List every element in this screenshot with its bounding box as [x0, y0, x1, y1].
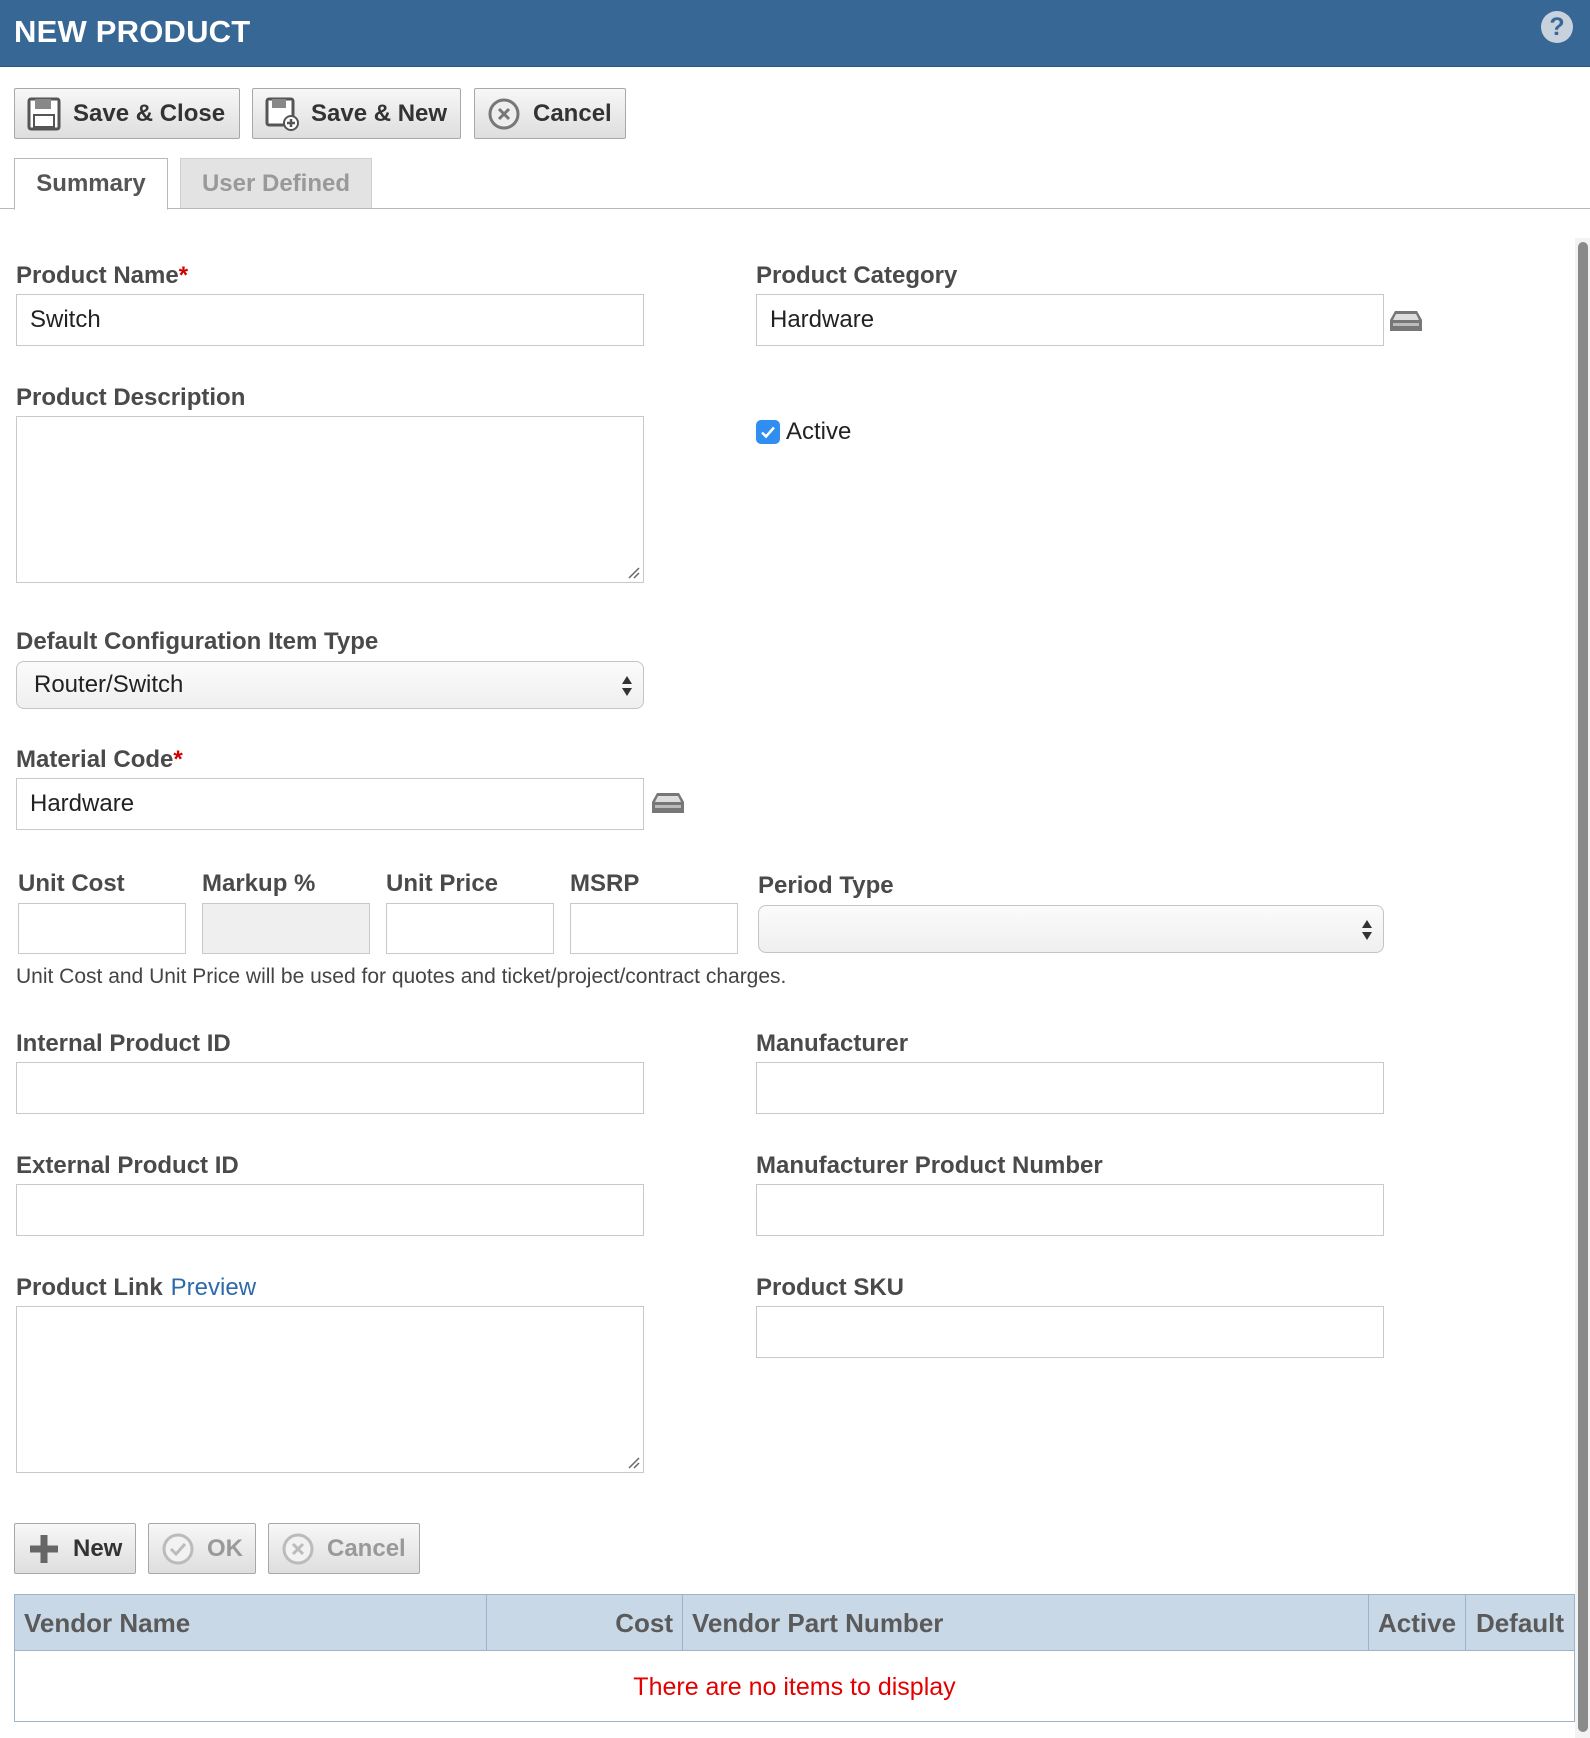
product-name-label: Product Name*	[16, 262, 188, 290]
column-default[interactable]: Default	[1466, 1595, 1574, 1651]
product-link-label: Product Link Preview	[16, 1274, 256, 1302]
product-name-label-text: Product Name	[16, 262, 179, 289]
cancel-label: Cancel	[533, 99, 612, 127]
material-code-label-text: Material Code	[16, 746, 174, 773]
manufacturer-input[interactable]	[756, 1062, 1384, 1114]
product-link-textarea[interactable]	[16, 1306, 644, 1473]
internal-product-id-input[interactable]	[16, 1062, 644, 1114]
scrollbar-thumb[interactable]	[1578, 242, 1588, 1732]
internal-product-id-label: Internal Product ID	[16, 1030, 231, 1057]
vendor-new-label: New	[73, 1534, 123, 1562]
unit-cost-label: Unit Cost	[18, 870, 125, 897]
column-cost[interactable]: Cost	[487, 1595, 683, 1651]
vendor-ok-label: OK	[207, 1534, 243, 1562]
vendor-grid: Vendor Name Cost Vendor Part Number Acti…	[14, 1594, 1575, 1722]
vendor-cancel-label: Cancel	[327, 1534, 406, 1562]
lookup-tray-icon[interactable]	[1389, 308, 1423, 334]
active-label: Active	[786, 418, 852, 445]
column-active[interactable]: Active	[1369, 1595, 1466, 1651]
grid-header: Vendor Name Cost Vendor Part Number Acti…	[15, 1595, 1574, 1651]
window-title: NEW PRODUCT	[14, 14, 251, 49]
vendor-ok-button[interactable]: OK	[148, 1523, 256, 1574]
tab-user-defined[interactable]: User Defined	[180, 158, 372, 209]
save-close-label: Save & Close	[73, 99, 226, 127]
select-arrows-icon	[1362, 920, 1372, 940]
product-sku-label: Product SKU	[756, 1274, 905, 1301]
column-vendor-name[interactable]: Vendor Name	[15, 1595, 487, 1651]
scrollbar[interactable]	[1575, 238, 1590, 1738]
material-code-label: Material Code*	[16, 746, 183, 774]
save-close-button[interactable]: Save & Close	[14, 88, 240, 139]
cancel-button[interactable]: Cancel	[474, 88, 626, 139]
vendor-new-button[interactable]: New	[14, 1523, 136, 1574]
circle-x-icon	[282, 1533, 314, 1564]
product-category-value: Hardware	[770, 306, 875, 333]
default-ci-type-value: Router/Switch	[34, 671, 184, 698]
circle-check-icon	[162, 1533, 194, 1564]
manufacturer-label: Manufacturer	[756, 1030, 909, 1057]
product-name-value: Switch	[30, 306, 101, 333]
lookup-tray-icon[interactable]	[651, 790, 685, 816]
active-checkbox[interactable]	[756, 420, 780, 444]
markup-input	[202, 903, 370, 954]
circle-x-icon	[488, 98, 520, 129]
unit-cost-input[interactable]	[18, 903, 186, 954]
resize-grip-icon[interactable]	[626, 1455, 640, 1469]
external-product-id-input[interactable]	[16, 1184, 644, 1236]
product-name-input[interactable]: Switch	[16, 294, 644, 346]
column-vendor-part-number[interactable]: Vendor Part Number	[683, 1595, 1369, 1651]
period-type-label: Period Type	[758, 872, 894, 899]
material-code-value: Hardware	[30, 790, 135, 817]
material-code-input[interactable]: Hardware	[16, 778, 644, 830]
default-ci-type-select[interactable]: Router/Switch	[16, 661, 644, 709]
select-arrows-icon	[622, 676, 632, 696]
external-product-id-label: External Product ID	[16, 1152, 239, 1179]
floppy-disk-plus-icon	[265, 97, 299, 131]
period-type-select[interactable]	[758, 905, 1384, 953]
product-description-label: Product Description	[16, 384, 246, 411]
unit-price-label: Unit Price	[386, 870, 499, 897]
save-new-button[interactable]: Save & New	[252, 88, 461, 139]
default-ci-type-label: Default Configuration Item Type	[16, 628, 379, 655]
product-category-label: Product Category	[756, 262, 958, 289]
product-sku-input[interactable]	[756, 1306, 1384, 1358]
floppy-disk-icon	[27, 97, 61, 130]
resize-grip-icon[interactable]	[626, 565, 640, 579]
msrp-label: MSRP	[570, 870, 640, 897]
product-category-input[interactable]: Hardware	[756, 294, 1384, 346]
plus-icon	[30, 1534, 58, 1563]
checkmark-icon	[761, 426, 775, 439]
required-marker: *	[173, 746, 183, 773]
pricing-hint: Unit Cost and Unit Price will be used fo…	[16, 965, 787, 988]
save-new-label: Save & New	[311, 99, 448, 127]
empty-message: There are no items to display	[633, 1673, 956, 1701]
tab-summary[interactable]: Summary	[14, 158, 168, 210]
manufacturer-product-number-label: Manufacturer Product Number	[756, 1152, 1103, 1179]
msrp-input[interactable]	[570, 903, 738, 954]
product-link-label-text: Product Link	[16, 1274, 163, 1301]
markup-label: Markup %	[202, 870, 316, 897]
preview-link[interactable]: Preview	[171, 1274, 256, 1301]
unit-price-input[interactable]	[386, 903, 554, 954]
product-description-textarea[interactable]	[16, 416, 644, 583]
required-marker: *	[178, 262, 189, 289]
tab-divider	[0, 208, 1590, 209]
title-bar: NEW PRODUCT ?	[0, 0, 1590, 67]
manufacturer-product-number-input[interactable]	[756, 1184, 1384, 1236]
help-icon[interactable]: ?	[1541, 11, 1573, 43]
vendor-cancel-button[interactable]: Cancel	[268, 1523, 420, 1574]
